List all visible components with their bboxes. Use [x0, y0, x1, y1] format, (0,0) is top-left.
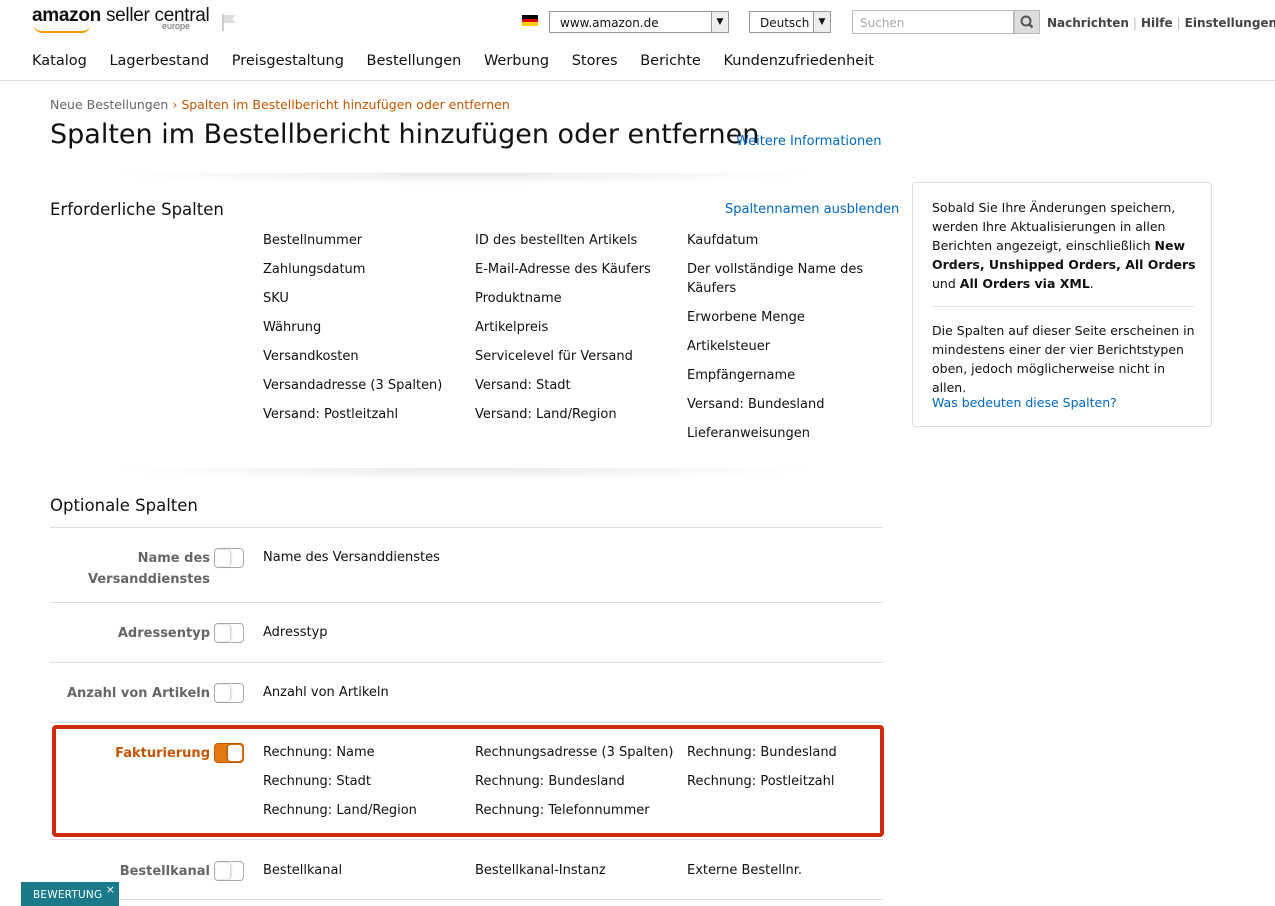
info-text-save: Sobald Sie Ihre Änderungen speichern, we…	[932, 200, 1196, 291]
divider	[50, 839, 883, 840]
what-are-columns-link[interactable]: Was bedeuten diese Spalten?	[932, 395, 1117, 410]
divider	[50, 602, 883, 603]
required-column: Versandkosten	[263, 349, 359, 364]
hide-column-names-link[interactable]: Spaltennamen ausblenden	[725, 202, 899, 217]
messages-link[interactable]: Nachrichten	[1047, 16, 1129, 30]
nav-item-lagerbestand[interactable]: Lagerbestand	[109, 53, 209, 69]
required-column: Servicelevel für Versand	[475, 349, 633, 364]
close-icon[interactable]: ×	[106, 883, 115, 896]
optional-group-label-anzahl-artikel: Anzahl von Artikeln	[66, 686, 210, 701]
toggle-bestellkanal[interactable]	[214, 861, 244, 881]
required-column: Erworbene Menge	[687, 310, 805, 325]
nav-item-berichte[interactable]: Berichte	[640, 53, 701, 69]
language-select[interactable]: Deutsch ▼	[749, 11, 831, 33]
toggle-adressentyp[interactable]	[214, 623, 244, 643]
breadcrumb-separator: ›	[172, 97, 178, 112]
required-column: Artikelpreis	[475, 320, 549, 335]
divider	[50, 899, 883, 900]
required-column: E-Mail-Adresse des Käufers	[475, 262, 651, 277]
more-info-link[interactable]: Weitere Informationen	[736, 134, 881, 149]
optional-column: Name des Versanddienstes	[263, 550, 440, 565]
required-column: Versand: Bundesland	[687, 397, 825, 412]
toggle-versanddienst[interactable]	[214, 548, 244, 568]
required-column: Der vollständige Name des Käufers	[687, 262, 864, 296]
divider	[50, 527, 883, 528]
optional-group-label-bestellkanal: Bestellkanal	[119, 864, 210, 879]
nav-item-stores[interactable]: Stores	[572, 53, 618, 69]
required-column: Lieferanweisungen	[687, 426, 810, 441]
optional-column: Anzahl von Artikeln	[263, 685, 389, 700]
required-columns-heading: Erforderliche Spalten	[50, 200, 224, 219]
logo-region: europe	[162, 21, 191, 31]
required-column: Zahlungsdatum	[263, 262, 366, 277]
nav-item-katalog[interactable]: Katalog	[32, 53, 87, 69]
settings-link[interactable]: Einstellungen	[1185, 16, 1275, 30]
breadcrumb-parent-link[interactable]: Neue Bestellungen	[50, 97, 168, 112]
required-column: Versand: Postleitzahl	[263, 407, 399, 422]
flag-icon[interactable]	[220, 12, 238, 32]
info-text-columns: Die Spalten auf dieser Seite erscheinen …	[932, 323, 1195, 395]
seller-central-logo[interactable]: amazon seller central europe	[32, 5, 210, 33]
nav-item-bestellungen[interactable]: Bestellungen	[367, 53, 462, 69]
breadcrumb: Neue Bestellungen › Spalten im Bestellbe…	[50, 97, 510, 112]
required-column: Versand: Stadt	[475, 378, 571, 393]
optional-group-label-adressentyp: Adressentyp	[117, 626, 210, 641]
optional-column: Externe Bestellnr.	[687, 863, 803, 878]
search-button[interactable]	[1014, 10, 1040, 34]
chevron-down-icon: ▼	[711, 12, 728, 32]
logo-product: seller central	[105, 5, 210, 26]
feedback-tab[interactable]: BEWERTUNG ×	[21, 882, 119, 906]
required-column: Währung	[263, 320, 322, 335]
nav-item-preisgestaltung[interactable]: Preisgestaltung	[232, 53, 344, 69]
logo-brand: amazon	[32, 5, 101, 26]
nav-item-kundenzufriedenheit[interactable]: Kundenzufriedenheit	[723, 53, 873, 69]
germany-flag-icon	[522, 15, 538, 26]
divider	[110, 468, 820, 480]
main-nav: Katalog Lagerbestand Preisgestaltung Bes…	[32, 53, 892, 69]
toggle-anzahl-artikel[interactable]	[214, 683, 244, 703]
logo-smile	[34, 25, 90, 33]
required-column: SKU	[263, 291, 289, 306]
language-value: Deutsch	[760, 16, 810, 30]
search-icon	[1020, 15, 1034, 29]
info-box: Sobald Sie Ihre Änderungen speichern, we…	[912, 182, 1212, 427]
optional-column: Adresstyp	[263, 625, 328, 640]
top-links: Nachrichten | Hilfe | Einstellungen	[1047, 16, 1275, 30]
required-column: Bestellnummer	[263, 233, 363, 248]
divider	[932, 306, 1194, 307]
divider	[110, 173, 820, 185]
marketplace-select[interactable]: www.amazon.de ▼	[549, 11, 729, 33]
marketplace-value: www.amazon.de	[560, 16, 659, 30]
optional-group-label-versanddienst: Name des Versanddienstes	[88, 551, 210, 587]
chevron-down-icon: ▼	[813, 12, 830, 32]
nav-item-werbung[interactable]: Werbung	[484, 53, 549, 69]
top-header: amazon seller central europe www.amazon.…	[0, 0, 1275, 81]
required-column: ID des bestellten Artikels	[475, 233, 638, 248]
highlight-box	[52, 725, 884, 837]
divider	[50, 722, 883, 723]
divider	[50, 662, 883, 663]
required-column: Empfängername	[687, 368, 796, 383]
page-title: Spalten im Bestellbericht hinzufügen ode…	[50, 119, 760, 150]
feedback-label: BEWERTUNG	[33, 889, 103, 901]
help-link[interactable]: Hilfe	[1141, 16, 1173, 30]
search-placeholder: Suchen	[860, 16, 905, 30]
search-input[interactable]: Suchen	[852, 10, 1014, 34]
required-column: Produktname	[475, 291, 562, 306]
optional-columns-heading: Optionale Spalten	[50, 496, 198, 515]
optional-column: Bestellkanal-Instanz	[475, 863, 606, 878]
required-column: Versand: Land/Region	[475, 407, 617, 422]
optional-column: Bestellkanal	[263, 863, 343, 878]
required-column: Kaufdatum	[687, 233, 759, 248]
breadcrumb-current: Spalten im Bestellbericht hinzufügen ode…	[181, 97, 510, 112]
required-column: Versandadresse (3 Spalten)	[263, 378, 443, 393]
required-column: Artikelsteuer	[687, 339, 771, 354]
